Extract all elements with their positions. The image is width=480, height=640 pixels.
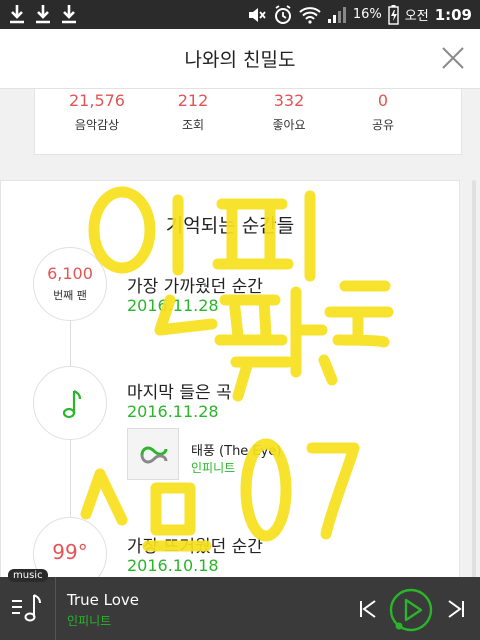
stat-label: 공유 (371, 118, 395, 132)
stat-label: 좋아요 (272, 118, 306, 132)
clock-ampm: 오전 (404, 9, 429, 24)
stat-likes: 332 좋아요 (239, 89, 339, 133)
download-icon (10, 5, 24, 24)
battery-percent: 16% (352, 7, 382, 22)
download-icon (36, 5, 50, 24)
stat-value: 0 (377, 91, 389, 110)
music-note-badge (33, 366, 107, 440)
stat-label: 음악감상 (74, 118, 120, 132)
mute-icon (248, 7, 266, 22)
stat-label: 조회 (181, 118, 205, 132)
stat-value: 332 (273, 91, 305, 110)
moment-date: 2016.11.28 (127, 402, 219, 421)
stat-views: 212 조회 (143, 89, 243, 133)
fan-rank-value: 6,100 (47, 264, 93, 283)
alarm-icon (274, 4, 291, 24)
moment-date: 2016.10.18 (127, 556, 219, 575)
header: 나와의 친밀도 (0, 29, 480, 89)
album-art[interactable] (127, 428, 179, 480)
song-title[interactable]: 태풍 (The Eye) (191, 440, 281, 459)
next-track-icon[interactable] (444, 597, 468, 621)
stats-card: 21,576 음악감상 212 조회 332 좋아요 0 공유 (34, 89, 462, 155)
playlist-icon[interactable] (8, 591, 46, 625)
previous-track-icon[interactable] (356, 597, 380, 621)
divider (55, 577, 56, 640)
stat-value: 21,576 (69, 91, 125, 110)
fan-rank-label: 번째 팬 (53, 289, 87, 302)
player-song-title[interactable]: True Love (67, 591, 139, 609)
music-tag: music (8, 569, 48, 582)
fan-rank-badge: 6,100 번째 팬 (33, 247, 107, 321)
signal-icon (327, 6, 346, 23)
stat-value: 212 (177, 91, 209, 110)
scrollbar[interactable] (472, 180, 476, 580)
clock-time: 1:09 (434, 5, 472, 24)
play-button[interactable] (388, 587, 434, 633)
player-artist[interactable]: 인피니트 (67, 612, 111, 629)
album-logo-icon (140, 446, 168, 464)
stat-listens: 21,576 음악감상 (47, 89, 147, 133)
mini-player: music True Love 인피니트 (0, 569, 480, 640)
section-title: 기억되는 순간들 (165, 215, 295, 237)
moment-title: 마지막 들은 곡 (127, 383, 232, 403)
song-artist[interactable]: 인피니트 (191, 459, 235, 476)
music-note-icon (62, 390, 82, 419)
page-title: 나와의 친밀도 (184, 49, 296, 71)
battery-icon (388, 4, 399, 25)
download-icon (62, 5, 76, 24)
wifi-icon (299, 6, 321, 24)
status-bar: 16% 오전 1:09 (0, 0, 480, 29)
temperature-value: 99° (52, 540, 88, 564)
close-icon[interactable] (440, 45, 466, 71)
moment-date: 2016.11.28 (127, 296, 219, 315)
moment-title: 가장 가까웠던 순간 (127, 277, 263, 297)
stat-shares: 0 공유 (333, 89, 433, 133)
moment-title: 가장 뜨거웠던 순간 (127, 537, 263, 557)
